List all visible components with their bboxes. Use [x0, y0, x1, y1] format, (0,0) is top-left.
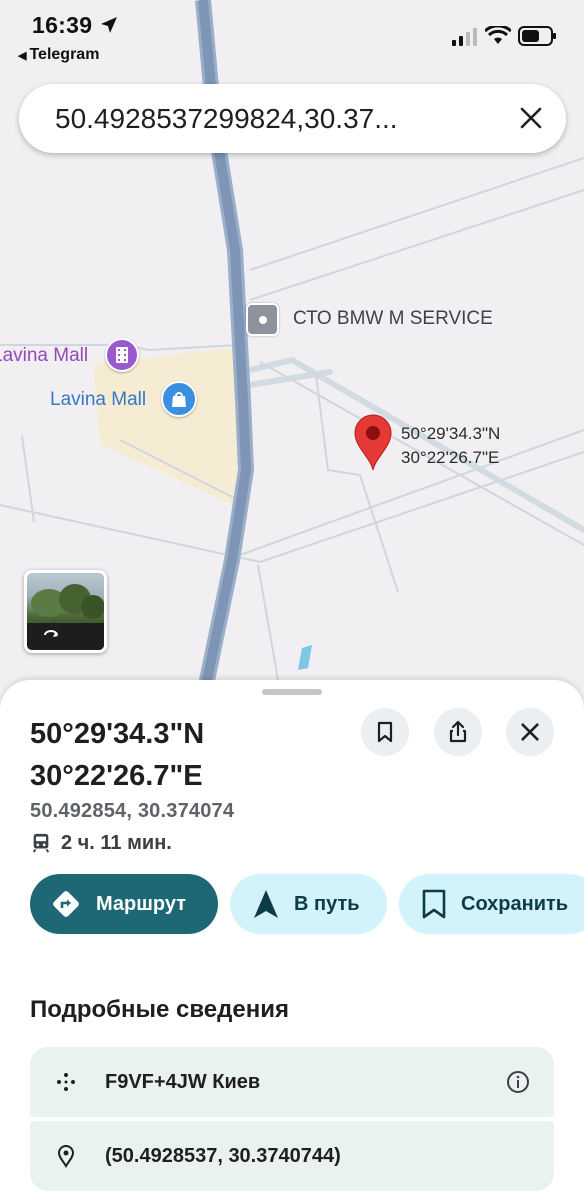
location-pin-icon — [57, 1145, 75, 1168]
coordinates-text: (50.4928537, 30.3740744) — [105, 1144, 341, 1167]
street-view-image — [27, 584, 104, 650]
info-icon[interactable] — [506, 1070, 530, 1094]
bookmark-icon — [377, 721, 393, 743]
route-button-label: Маршрут — [96, 892, 187, 915]
transit-info: 2 ч. 11 мин. — [30, 831, 172, 855]
save-button-label: Сохранить — [461, 892, 569, 915]
street-view-thumbnail[interactable] — [24, 570, 107, 653]
battery-icon — [518, 26, 556, 46]
bookmark-icon — [421, 889, 447, 919]
share-icon — [449, 720, 467, 743]
map-pin-icon[interactable] — [353, 413, 393, 471]
map-view[interactable]: 16:39 ◀ Telegram 50.4928537299824,30.37..… — [0, 0, 584, 720]
pin-longitude: 30°22'26.7"E — [401, 448, 500, 467]
start-navigation-button[interactable]: В путь — [230, 874, 387, 934]
poi-mall-shopping-label[interactable]: Lavina Mall — [50, 389, 146, 411]
transit-duration: 2 ч. 11 мин. — [61, 831, 172, 854]
pin-coordinates: 50°29'34.3"N 30°22'26.7"E — [401, 422, 500, 470]
status-time: 16:39 — [32, 12, 119, 39]
plus-code-icon — [57, 1073, 75, 1091]
back-triangle-icon: ◀ — [18, 50, 27, 62]
back-to-app[interactable]: ◀ Telegram — [18, 46, 99, 64]
details-heading: Подробные сведения — [30, 996, 289, 1023]
action-buttons: Маршрут В путь Сохранить — [30, 874, 584, 934]
coordinates-row[interactable]: (50.4928537, 30.3740744) — [30, 1121, 554, 1191]
start-navigation-label: В путь — [294, 892, 360, 915]
signal-icon — [452, 28, 477, 46]
close-icon — [521, 723, 539, 741]
save-button[interactable]: Сохранить — [399, 874, 584, 934]
sheet-drag-handle[interactable] — [262, 689, 322, 695]
search-bar[interactable]: 50.4928537299824,30.37... — [19, 84, 566, 153]
plus-code-row[interactable]: F9VF+4JW Киев — [30, 1047, 554, 1117]
plus-code-text: F9VF+4JW Киев — [105, 1070, 261, 1093]
route-button[interactable]: Маршрут — [30, 874, 218, 934]
place-title-longitude: 30°22'26.7"E — [30, 760, 203, 792]
search-query[interactable]: 50.4928537299824,30.37... — [55, 103, 398, 135]
directions-icon — [50, 888, 82, 920]
status-bar: 16:39 ◀ Telegram — [0, 0, 584, 70]
bag-icon — [172, 392, 186, 407]
close-icon — [520, 107, 542, 129]
place-title-latitude: 50°29'34.3"N — [30, 718, 205, 750]
share-button[interactable] — [434, 708, 482, 756]
shopping-bag-icon[interactable] — [161, 381, 197, 417]
train-icon — [32, 833, 50, 853]
search-clear-button[interactable] — [514, 101, 548, 135]
poi-car-service-label[interactable]: СТО BMW M SERVICE — [293, 308, 493, 330]
pin-latitude: 50°29'34.3"N — [401, 424, 501, 443]
decimal-coordinates: 50.492854, 30.374074 — [30, 800, 235, 822]
wifi-icon — [485, 26, 511, 44]
film-icon — [116, 347, 128, 363]
car-service-icon[interactable] — [246, 303, 279, 336]
place-title: 50°29'34.3"N 30°22'26.7"E — [30, 713, 350, 797]
close-sheet-button[interactable] — [506, 708, 554, 756]
poi-mall-cinema-label[interactable]: Lavina Mall — [0, 345, 88, 367]
cinema-icon[interactable] — [105, 338, 139, 372]
navigation-arrow-icon — [252, 889, 280, 919]
location-arrow-icon — [101, 17, 118, 33]
place-bottom-sheet[interactable]: 50°29'34.3"N 30°22'26.7"E 50.492854, 30.… — [0, 680, 584, 1200]
bookmark-button[interactable] — [361, 708, 409, 756]
